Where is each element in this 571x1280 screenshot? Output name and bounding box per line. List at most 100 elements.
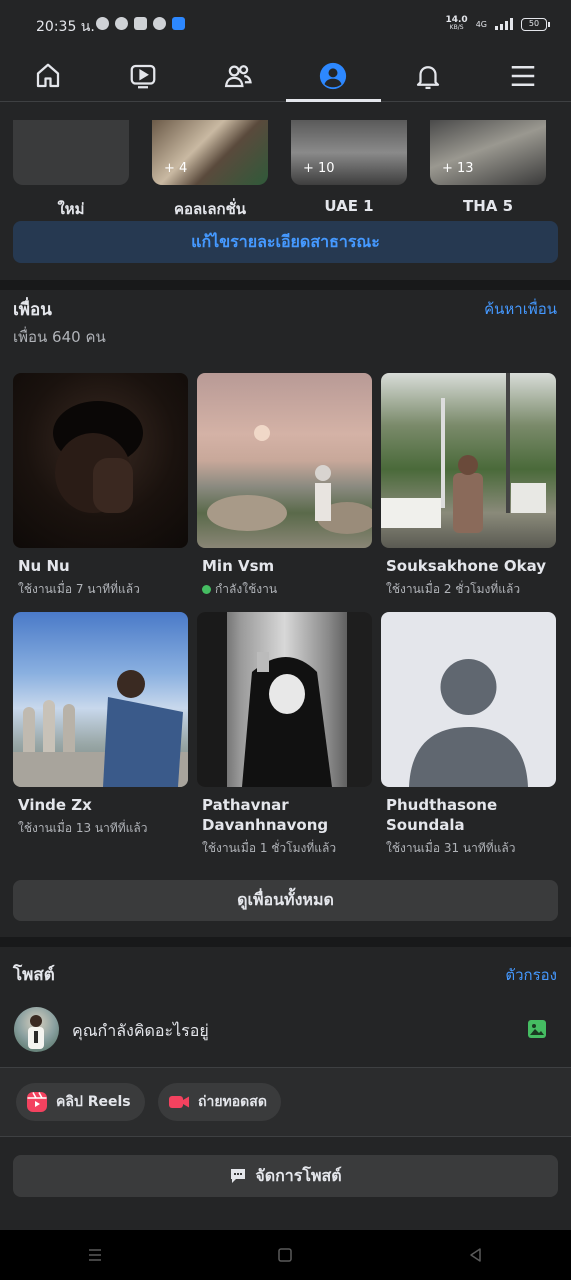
signal-icon <box>495 18 513 30</box>
photo-icon[interactable] <box>527 1019 547 1039</box>
home-button[interactable] <box>190 1230 380 1280</box>
friends-count: เพื่อน 640 คน <box>13 328 106 346</box>
tab-watch[interactable] <box>95 50 190 101</box>
friend-photo-figure <box>53 401 143 513</box>
notification-icons <box>96 17 185 30</box>
tab-menu[interactable] <box>476 50 571 101</box>
friend-name: Vinde Zx <box>18 796 92 814</box>
friend-status-text: ใช้งานเมื่อ 31 นาทีที่แล้ว <box>386 841 516 855</box>
friend-photo <box>13 373 188 548</box>
friend-card[interactable]: Vinde Zx ใช้งานเมื่อ 13 นาทีที่แล้ว <box>13 612 188 838</box>
composer-prompt: คุณกำลังคิดอะไรอยู่ <box>72 1021 209 1040</box>
collection-item[interactable]: + 10 UAE 1 <box>291 120 407 215</box>
edit-public-details-button[interactable]: แก้ไขรายละเอียดสาธารณะ <box>13 221 558 263</box>
app-notification-icon <box>172 17 185 30</box>
friend-card[interactable]: Nu Nu ใช้งานเมื่อ 7 นาทีที่แล้ว <box>13 373 188 599</box>
collection-item[interactable]: + 13 THA 5 <box>430 120 546 215</box>
avatar <box>14 1007 59 1052</box>
collection-label: คอลเลกชั่น <box>173 200 247 218</box>
net-speed-unit: KB/S <box>449 24 464 31</box>
friend-status: กำลังใช้งาน <box>202 580 372 599</box>
friend-photo <box>381 373 556 548</box>
collection-thumbnail <box>13 120 129 185</box>
tab-profile[interactable] <box>285 50 381 102</box>
find-friends-link[interactable]: ค้นหาเพื่อน <box>484 297 557 321</box>
home-square-icon <box>278 1248 293 1262</box>
collection-label: THA 5 <box>462 197 514 215</box>
friend-photo-figure <box>381 373 546 533</box>
friend-status-text: ใช้งานเมื่อ 7 นาทีที่แล้ว <box>18 582 140 596</box>
collection-thumbnail: + 13 <box>430 120 546 185</box>
friend-name: Pathavnar Davanhnavong <box>202 796 329 834</box>
status-time: 20:35 น. <box>36 19 95 35</box>
battery-icon: 50 <box>521 17 550 31</box>
live-video-icon <box>169 1096 189 1108</box>
home-icon <box>36 63 59 87</box>
friend-name: Min Vsm <box>202 557 275 575</box>
friend-photo <box>197 373 372 548</box>
posts-title: โพสต์ <box>13 965 55 985</box>
collection-count: + 10 <box>303 161 335 176</box>
reels-icon <box>27 1092 47 1112</box>
menu-icon <box>512 65 535 86</box>
online-indicator <box>202 585 211 594</box>
back-button[interactable] <box>381 1230 571 1280</box>
post-composer[interactable]: คุณกำลังคิดอะไรอยู่ <box>0 1003 571 1067</box>
collection-count: + 13 <box>442 161 474 176</box>
friend-status-text: ใช้งานเมื่อ 2 ชั่วโมงที่แล้ว <box>386 582 521 596</box>
messenger-icon <box>115 17 128 30</box>
tab-friends[interactable] <box>190 50 285 101</box>
friend-status-text: ใช้งานเมื่อ 1 ชั่วโมงที่แล้ว <box>202 841 337 855</box>
friend-card[interactable]: Min Vsm กำลังใช้งาน <box>197 373 372 599</box>
video-icon <box>130 64 156 88</box>
friend-photo <box>197 612 372 787</box>
filter-link[interactable]: ตัวกรอง <box>505 963 557 987</box>
friend-status: ใช้งานเมื่อ 31 นาทีที่แล้ว <box>386 839 556 858</box>
friend-name: Nu Nu <box>18 557 70 575</box>
friends-title: เพื่อน <box>13 300 52 320</box>
battery-level: 50 <box>528 18 540 28</box>
recents-button[interactable] <box>0 1230 190 1280</box>
friend-card[interactable]: Souksakhone Okay ใช้งานเมื่อ 2 ชั่วโมงที… <box>381 373 556 599</box>
friend-name: Phudthasone Soundala <box>386 796 498 834</box>
section-divider <box>0 937 571 947</box>
instagram-icon <box>134 17 147 30</box>
bell-icon <box>417 65 440 89</box>
collection-label: ใหม่ <box>57 200 85 218</box>
reels-button[interactable]: คลิป Reels <box>16 1083 145 1121</box>
friend-card[interactable]: Pathavnar Davanhnavong ใช้งานเมื่อ 1 ชั่… <box>197 612 372 858</box>
recents-icon <box>89 1249 102 1261</box>
avatar-figure <box>28 1015 44 1049</box>
net-speed: 14.0 KB/S <box>445 16 467 32</box>
tab-bar <box>0 50 571 102</box>
post-quick-actions: คลิป Reels ถ่ายทอดสด <box>0 1067 571 1137</box>
collection-new[interactable]: ใหม่ <box>13 120 129 221</box>
status-right: 14.0 KB/S 4G 50 <box>445 16 550 32</box>
tab-home[interactable] <box>0 50 95 101</box>
back-icon <box>470 1248 481 1262</box>
friend-photo-figure <box>197 612 372 787</box>
friend-photo-figure <box>13 670 188 787</box>
manage-posts-label: จัดการโพสต์ <box>255 1167 342 1185</box>
friend-status: ใช้งานเมื่อ 1 ชั่วโมงที่แล้ว <box>202 839 372 858</box>
see-all-friends-button[interactable]: ดูเพื่อนทั้งหมด <box>13 880 558 921</box>
collection-thumbnail: + 4 <box>152 120 268 185</box>
section-divider <box>0 280 571 290</box>
friend-status-text: กำลังใช้งาน <box>215 582 278 596</box>
tab-notifications[interactable] <box>381 50 476 101</box>
system-nav-bar <box>0 1230 571 1280</box>
default-avatar-icon <box>409 659 528 787</box>
collection-item[interactable]: + 4 คอลเลกชั่น <box>152 120 268 221</box>
live-label: ถ่ายทอดสด <box>198 1094 267 1110</box>
profile-icon <box>319 62 347 89</box>
friend-status: ใช้งานเมื่อ 7 นาทีที่แล้ว <box>18 580 188 599</box>
messenger-icon <box>96 17 109 30</box>
live-button[interactable]: ถ่ายทอดสด <box>158 1083 281 1121</box>
friend-photo-figure <box>207 425 372 534</box>
manage-posts-button[interactable]: จัดการโพสต์ <box>13 1155 558 1197</box>
collections-row: ใหม่ + 4 คอลเลกชั่น + 10 UAE 1 + 13 THA … <box>13 120 558 220</box>
status-bar: 20:35 น. 14.0 KB/S 4G 50 <box>0 0 571 50</box>
friends-icon <box>224 64 252 87</box>
friend-card[interactable]: Phudthasone Soundala ใช้งานเมื่อ 31 นาที… <box>381 612 556 858</box>
friend-photo <box>13 612 188 787</box>
